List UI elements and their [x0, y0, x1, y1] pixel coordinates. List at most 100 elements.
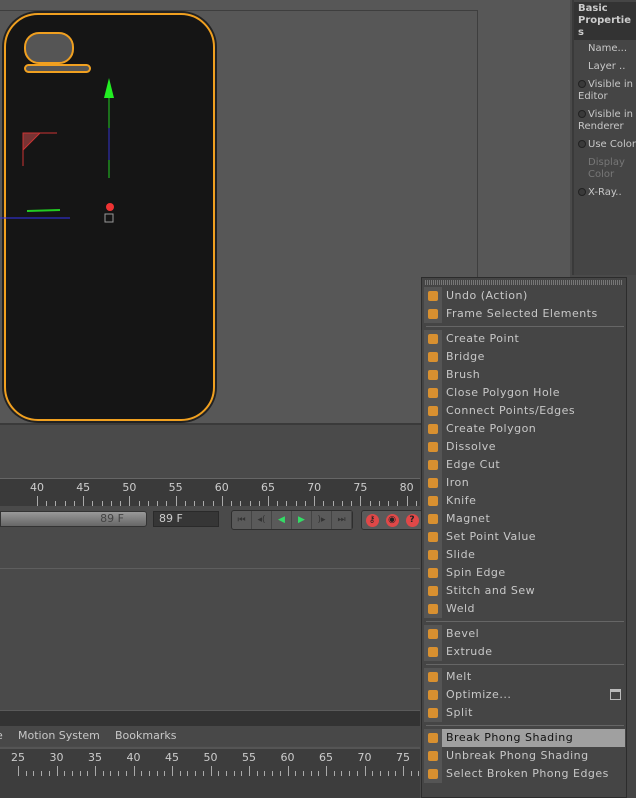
tick-mark: [110, 501, 112, 506]
tick-mark: [351, 501, 353, 506]
record-key-button[interactable]: ⚷: [362, 511, 382, 529]
radio-icon[interactable]: [578, 110, 586, 118]
tick-mark: [415, 501, 417, 506]
frame-icon: [424, 305, 442, 323]
property-row[interactable]: Use Color: [578, 139, 636, 151]
tick-mark: [172, 766, 173, 776]
step-back-button[interactable]: ◂(: [252, 511, 272, 529]
menu-item-label: Spin Edge: [446, 566, 506, 579]
menu-item-label: Create Point: [446, 332, 520, 345]
tick-mark: [101, 501, 103, 506]
menu-item-set-point-value[interactable]: Set Point Value: [424, 528, 625, 546]
property-label: Visible in Renderer: [578, 109, 633, 132]
tick-mark: [240, 501, 242, 506]
property-row[interactable]: Visible in Renderer: [578, 109, 636, 133]
tick-mark: [203, 501, 205, 506]
menu-item-label: Stitch and Sew: [446, 584, 536, 597]
menu-item-optimize[interactable]: Optimize...: [424, 686, 625, 704]
menu-item-select-broken-phong-edges[interactable]: Select Broken Phong Edges: [424, 765, 625, 783]
menu-item-create-point[interactable]: Create Point: [424, 330, 625, 348]
play-backward-button[interactable]: ◀: [272, 511, 292, 529]
tick-mark: [341, 501, 343, 506]
options-icon[interactable]: [610, 689, 621, 700]
menu-item-create-polygon[interactable]: Create Polygon: [424, 420, 625, 438]
property-row[interactable]: Visible in Editor: [578, 79, 636, 103]
tick-mark: [129, 496, 131, 506]
menu-item-split[interactable]: Split: [424, 704, 625, 722]
menu-item-label: Frame Selected Elements: [446, 307, 598, 320]
menu-item-frame-selected-elements[interactable]: Frame Selected Elements: [424, 305, 625, 323]
menu-item-label: Bevel: [446, 627, 480, 640]
menu-tearoff-grip[interactable]: [425, 280, 623, 285]
current-frame-field[interactable]: 89 F: [153, 511, 219, 527]
menu-item-unbreak-phong-shading[interactable]: Unbreak Phong Shading: [424, 747, 625, 765]
menu-item-brush[interactable]: Brush: [424, 366, 625, 384]
undo-icon: [424, 287, 442, 305]
menu-item-close-polygon-hole[interactable]: Close Polygon Hole: [424, 384, 625, 402]
property-row[interactable]: X-Ray..: [578, 187, 636, 199]
frame-slider[interactable]: 89 F: [0, 511, 147, 527]
tick-mark: [397, 501, 399, 506]
menu-item-weld[interactable]: Weld: [424, 600, 625, 618]
play-forward-button[interactable]: ▶: [292, 511, 312, 529]
tick-mark: [133, 766, 135, 776]
property-row[interactable]: Layer ..: [578, 61, 636, 73]
tick-mark: [264, 771, 266, 776]
plane-handle-icon: [22, 132, 42, 152]
menubar-item[interactable]: e: [0, 726, 3, 746]
menu-item-connect-points-edges[interactable]: Connect Points/Edges: [424, 402, 625, 420]
slide-icon: [424, 546, 442, 564]
tick-mark: [403, 766, 404, 776]
menu-item-extrude[interactable]: Extrude: [424, 643, 625, 661]
split-icon: [424, 704, 442, 722]
radio-icon[interactable]: [578, 188, 586, 196]
property-row[interactable]: Name...: [578, 43, 636, 55]
timeline-ruler[interactable]: 40 45 50 55 60 65 70 75 80: [0, 478, 445, 506]
menu-item-break-phong-shading[interactable]: Break Phong Shading: [424, 729, 625, 747]
dopesheet-ruler[interactable]: 25 30 35 40 45 50 55 60 65 70 75: [0, 747, 435, 798]
tick-mark: [356, 771, 358, 776]
menu-item-magnet[interactable]: Magnet: [424, 510, 625, 528]
menu-item-bevel[interactable]: Bevel: [424, 625, 625, 643]
property-row[interactable]: Display Color: [578, 157, 636, 181]
auto-key-button[interactable]: ◉: [382, 511, 402, 529]
menu-item-melt[interactable]: Melt: [424, 668, 625, 686]
menu-item-label: Dissolve: [446, 440, 497, 453]
menu-item-slide[interactable]: Slide: [424, 546, 625, 564]
divider: [0, 568, 420, 569]
tick-mark: [175, 496, 177, 506]
menu-item-iron[interactable]: Iron: [424, 474, 625, 492]
step-forward-button[interactable]: )▸: [312, 511, 332, 529]
go-to-end-icon: ⏭: [337, 515, 346, 525]
iron-icon: [424, 474, 442, 492]
tick-label: 75: [396, 751, 410, 764]
menu-item-label: Create Polygon: [446, 422, 537, 435]
tick-mark: [418, 771, 420, 776]
go-to-end-button[interactable]: ⏭: [332, 511, 352, 529]
spin-edge-icon: [424, 564, 442, 582]
menu-item-dissolve[interactable]: Dissolve: [424, 438, 625, 456]
tick-mark: [18, 766, 19, 776]
go-to-start-button[interactable]: ⏮: [232, 511, 252, 529]
tick-mark: [156, 771, 158, 776]
menu-item-edge-cut[interactable]: Edge Cut: [424, 456, 625, 474]
axis-gizmo[interactable]: [0, 0, 230, 240]
menubar-item[interactable]: Bookmarks: [115, 726, 176, 746]
tick-mark: [233, 771, 235, 776]
menu-item-knife[interactable]: Knife: [424, 492, 625, 510]
radio-icon[interactable]: [578, 140, 586, 148]
tick-label: 65: [261, 481, 275, 494]
knife-icon: [424, 492, 442, 510]
optimize-icon: [424, 686, 442, 704]
menubar-item[interactable]: Motion System: [18, 726, 100, 746]
radio-icon[interactable]: [578, 80, 586, 88]
menu-item-stitch-and-sew[interactable]: Stitch and Sew: [424, 582, 625, 600]
help-button[interactable]: ?: [402, 511, 422, 529]
menu-item-undo-action[interactable]: Undo (Action): [424, 287, 625, 305]
menu-item-label: Edge Cut: [446, 458, 501, 471]
menu-item-bridge[interactable]: Bridge: [424, 348, 625, 366]
break-phong-icon: [424, 729, 442, 747]
tick-mark: [83, 496, 85, 506]
menu-item-spin-edge[interactable]: Spin Edge: [424, 564, 625, 582]
tick-mark: [333, 771, 335, 776]
